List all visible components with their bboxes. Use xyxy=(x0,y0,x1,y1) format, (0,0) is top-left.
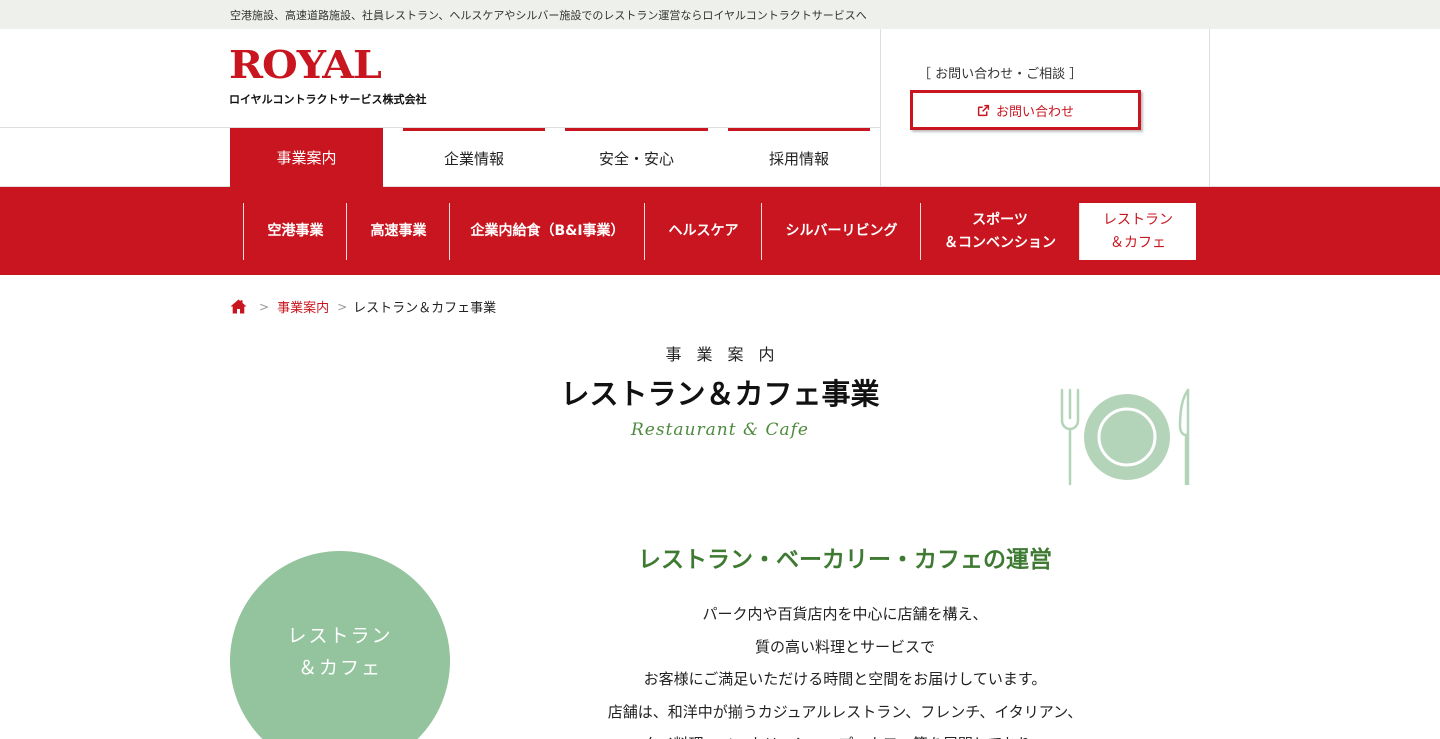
header-vertical-divider xyxy=(880,29,881,187)
company-name: ロイヤルコントラクトサービス株式会社 xyxy=(229,93,427,106)
external-link-icon xyxy=(977,104,990,116)
top-announcement-bar: 空港施設、高速道路施設、社員レストラン、ヘルスケアやシルバー施設でのレストラン運… xyxy=(0,0,1440,29)
section-body: パーク内や百貨店内を中心に店舗を構え、 質の高い料理とサービスで お客様にご満足… xyxy=(560,598,1130,739)
subnav-expressway[interactable]: 高速事業 xyxy=(346,203,450,260)
badge-line1: レストラン xyxy=(287,624,393,647)
section-line: 店舗は、和洋中が揃うカジュアルレストラン、フレンチ、イタリアン、 xyxy=(607,702,1083,721)
subnav-healthcare[interactable]: ヘルスケア xyxy=(644,203,762,260)
site-header: ROYAL ロイヤルコントラクトサービス株式会社 ［ お問い合わせ・ご相談 ］ … xyxy=(0,29,1440,187)
page-title: レストラン＆カフェ事業 xyxy=(560,377,880,411)
section-line: パーク内や百貨店内を中心に店舗を構え、 xyxy=(702,605,988,623)
page-kicker: 事業案内 xyxy=(665,345,790,364)
tab-safety[interactable]: 安全・安心 xyxy=(565,128,708,186)
tab-recruit[interactable]: 採用情報 xyxy=(728,128,870,186)
tab-business[interactable]: 事業案内 xyxy=(230,128,383,187)
subnav-sports-convention[interactable]: スポーツ ＆コンベンション xyxy=(920,203,1080,260)
section-line: タイ料理、ベーカリーショップ、カフェ等を展開しており、 xyxy=(560,728,1130,739)
section-line: お客様にご満足いただける時間と空間をお届けしています。 xyxy=(643,670,1047,688)
royal-logo[interactable]: ROYAL xyxy=(229,46,382,84)
breadcrumb-link-business[interactable]: 事業案内 xyxy=(277,297,329,316)
section-title: レストラン・ベーカリー・カフェの運営 xyxy=(638,547,1052,573)
contact-button-label: お問い合わせ xyxy=(995,104,1074,120)
breadcrumb-home[interactable] xyxy=(230,299,247,314)
subnav-b-and-i[interactable]: 企業内給食（B&I事業） xyxy=(449,203,645,260)
subnav-airport[interactable]: 空港事業 xyxy=(243,203,347,260)
breadcrumb-separator: > xyxy=(337,299,348,314)
top-announcement-text: 空港施設、高速道路施設、社員レストラン、ヘルスケアやシルバー施設でのレストラン運… xyxy=(230,9,867,22)
subnav-silver-living[interactable]: シルバーリビング xyxy=(761,203,921,260)
business-subnav: 空港事業 高速事業 企業内給食（B&I事業） ヘルスケア シルバーリビング スポ… xyxy=(0,187,1440,275)
plate-cutlery-icon xyxy=(1060,388,1190,486)
badge-line2: ＆カフェ xyxy=(297,657,382,679)
section-line: 質の高い料理とサービスで xyxy=(754,637,935,656)
breadcrumb: > 事業案内 > レストラン＆カフェ事業 xyxy=(230,297,496,316)
subnav-sports-line1: スポーツ xyxy=(972,212,1028,229)
header-vertical-divider xyxy=(1209,29,1210,187)
breadcrumb-current: レストラン＆カフェ事業 xyxy=(353,301,497,316)
home-icon xyxy=(230,299,247,314)
subnav-sports-line2: ＆コンベンション xyxy=(944,234,1056,251)
subnav-restaurant-cafe[interactable]: レストラン ＆カフェ xyxy=(1080,203,1196,260)
subnav-restaurant-line2: ＆カフェ xyxy=(1110,234,1166,251)
restaurant-cafe-badge: レストラン ＆カフェ xyxy=(230,551,450,739)
tab-company[interactable]: 企業情報 xyxy=(403,128,545,186)
breadcrumb-separator: > xyxy=(259,299,270,314)
contact-button[interactable]: お問い合わせ xyxy=(910,90,1141,130)
page-subtitle: Restaurant & Cafe xyxy=(631,420,809,440)
contact-label: ［ お問い合わせ・ご相談 ］ xyxy=(918,67,1083,82)
subnav-restaurant-line1: レストラン xyxy=(1103,212,1173,229)
